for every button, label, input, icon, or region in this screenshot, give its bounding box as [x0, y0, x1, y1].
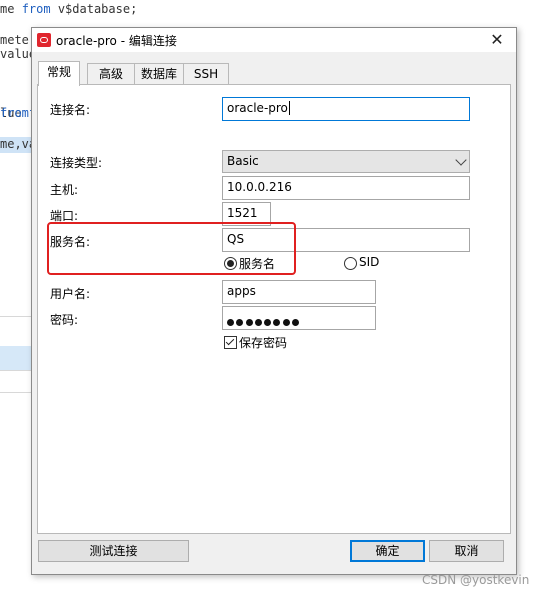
save-password-checkbox[interactable] [224, 336, 237, 349]
password-dot [245, 319, 253, 326]
editor-divider [0, 370, 32, 371]
username-value: apps [227, 284, 256, 298]
oracle-icon [37, 33, 51, 47]
radio-sid[interactable] [344, 257, 357, 270]
password-mask [227, 314, 301, 330]
radio-sid-label: SID [359, 255, 380, 269]
connection-name-input[interactable]: oracle-pro [222, 97, 470, 121]
code-line: from [0, 106, 29, 122]
checkmark-icon [225, 336, 235, 346]
tab-database[interactable]: 数据库 [134, 63, 184, 85]
general-panel: 连接名: oracle-pro 连接类型: Basic 主机: 10.0.0.2… [37, 84, 511, 534]
password-dot [264, 319, 272, 326]
password-dot [273, 319, 281, 326]
username-label: 用户名: [50, 287, 91, 301]
editor-divider [0, 316, 32, 317]
save-password-label: 保存密码 [239, 336, 288, 350]
edit-connection-dialog: oracle-pro - 编辑连接 ✕ 常规 高级 数据库 SSH 连接名: o… [31, 27, 517, 575]
cancel-button[interactable]: 取消 [429, 540, 504, 562]
connection-type-value: Basic [227, 154, 259, 168]
editor-selected-row [0, 346, 32, 370]
dialog-titlebar[interactable]: oracle-pro - 编辑连接 ✕ [32, 28, 516, 52]
host-input[interactable]: 10.0.0.216 [222, 176, 470, 200]
username-input[interactable]: apps [222, 280, 376, 304]
password-label: 密码: [50, 313, 79, 327]
password-dot [236, 319, 244, 326]
host-label: 主机: [50, 183, 79, 197]
watermark: CSDN @yostkevin [422, 573, 530, 587]
red-highlight-box [47, 222, 296, 275]
chevron-down-icon [455, 154, 467, 166]
connection-name-label: 连接名: [50, 103, 91, 117]
ok-button[interactable]: 确定 [350, 540, 425, 562]
password-input[interactable] [222, 306, 376, 330]
code-text: v$database; [50, 2, 138, 16]
connection-name-value: oracle-pro [227, 101, 288, 115]
connection-type-select[interactable]: Basic [222, 150, 470, 173]
code-line: me,va [0, 137, 36, 153]
password-dot [292, 319, 300, 326]
tab-general[interactable]: 常规 [38, 61, 80, 86]
test-connection-button[interactable]: 测试连接 [38, 540, 189, 562]
code-line: me from v$database; [0, 2, 137, 18]
host-value: 10.0.0.216 [227, 180, 292, 194]
editor-divider [0, 392, 32, 393]
port-value: 1521 [227, 206, 258, 220]
tab-ssh[interactable]: SSH [183, 63, 229, 85]
password-dot [254, 319, 262, 326]
close-button[interactable]: ✕ [488, 31, 506, 49]
connection-type-label: 连接类型: [50, 156, 103, 170]
code-keyword: from [0, 106, 29, 120]
dialog-title: oracle-pro - 编辑连接 [56, 34, 177, 48]
password-dot [227, 319, 234, 326]
password-dot [282, 319, 290, 326]
tab-advanced[interactable]: 高级 [87, 63, 135, 85]
code-keyword: from [21, 2, 51, 16]
code-text: me [0, 2, 22, 16]
